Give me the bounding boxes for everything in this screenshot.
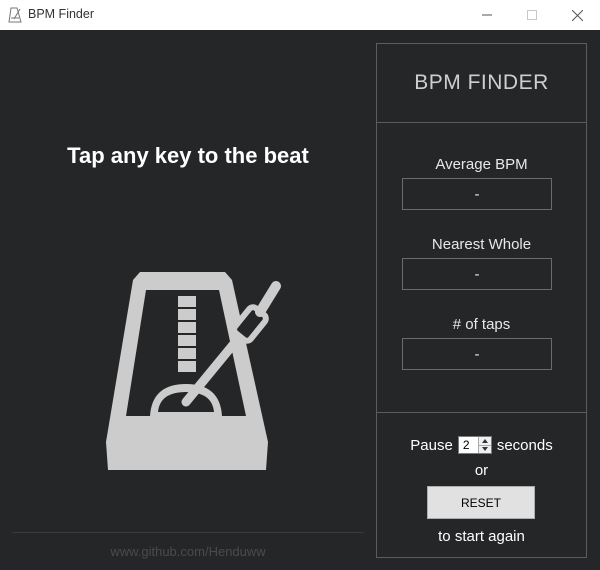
nearest-whole-field: - bbox=[402, 258, 552, 290]
average-bpm-field: - bbox=[402, 178, 552, 210]
pause-label: Pause bbox=[410, 436, 453, 454]
title-bar: BPM Finder bbox=[0, 0, 600, 30]
average-bpm-label: Average BPM bbox=[435, 156, 528, 173]
nearest-whole-label: Nearest Whole bbox=[431, 236, 532, 253]
window-title: BPM Finder bbox=[28, 7, 94, 21]
panel-divider bbox=[377, 412, 586, 413]
footer-divider bbox=[12, 532, 364, 533]
panel-title: BPM FINDER bbox=[414, 71, 549, 94]
minimize-icon bbox=[482, 14, 492, 16]
caret-down-icon bbox=[481, 447, 488, 452]
tap-count-label: # of taps bbox=[452, 316, 511, 333]
minimize-button[interactable] bbox=[464, 0, 510, 30]
stats-panel: BPM FINDER Average BPM - Nearest Whole -… bbox=[376, 43, 587, 558]
tap-area[interactable]: Tap any key to the beat www.github.com/H… bbox=[0, 30, 376, 570]
spin-down-button[interactable] bbox=[478, 445, 491, 453]
caret-up-icon bbox=[481, 438, 488, 443]
metronome-icon bbox=[8, 7, 22, 23]
panel-divider bbox=[377, 122, 586, 123]
maximize-icon bbox=[527, 10, 537, 20]
tap-count-field: - bbox=[402, 338, 552, 370]
close-icon bbox=[571, 9, 583, 21]
tap-instruction: Tap any key to the beat bbox=[67, 143, 309, 168]
or-label: or bbox=[474, 462, 489, 479]
maximize-button[interactable] bbox=[509, 0, 555, 30]
pause-seconds-spinbox[interactable]: 2 bbox=[457, 436, 492, 454]
metronome-icon bbox=[106, 272, 281, 470]
pause-row: Pause 2 seconds bbox=[377, 434, 586, 456]
spin-up-button[interactable] bbox=[478, 437, 491, 446]
close-button[interactable] bbox=[554, 0, 600, 30]
start-again-label: to start again bbox=[438, 528, 525, 545]
pause-unit-label: seconds bbox=[496, 436, 553, 454]
reset-button[interactable]: RESET bbox=[427, 486, 535, 519]
pause-seconds-value[interactable]: 2 bbox=[459, 437, 478, 453]
github-link[interactable]: www.github.com/Henduww bbox=[12, 544, 364, 559]
